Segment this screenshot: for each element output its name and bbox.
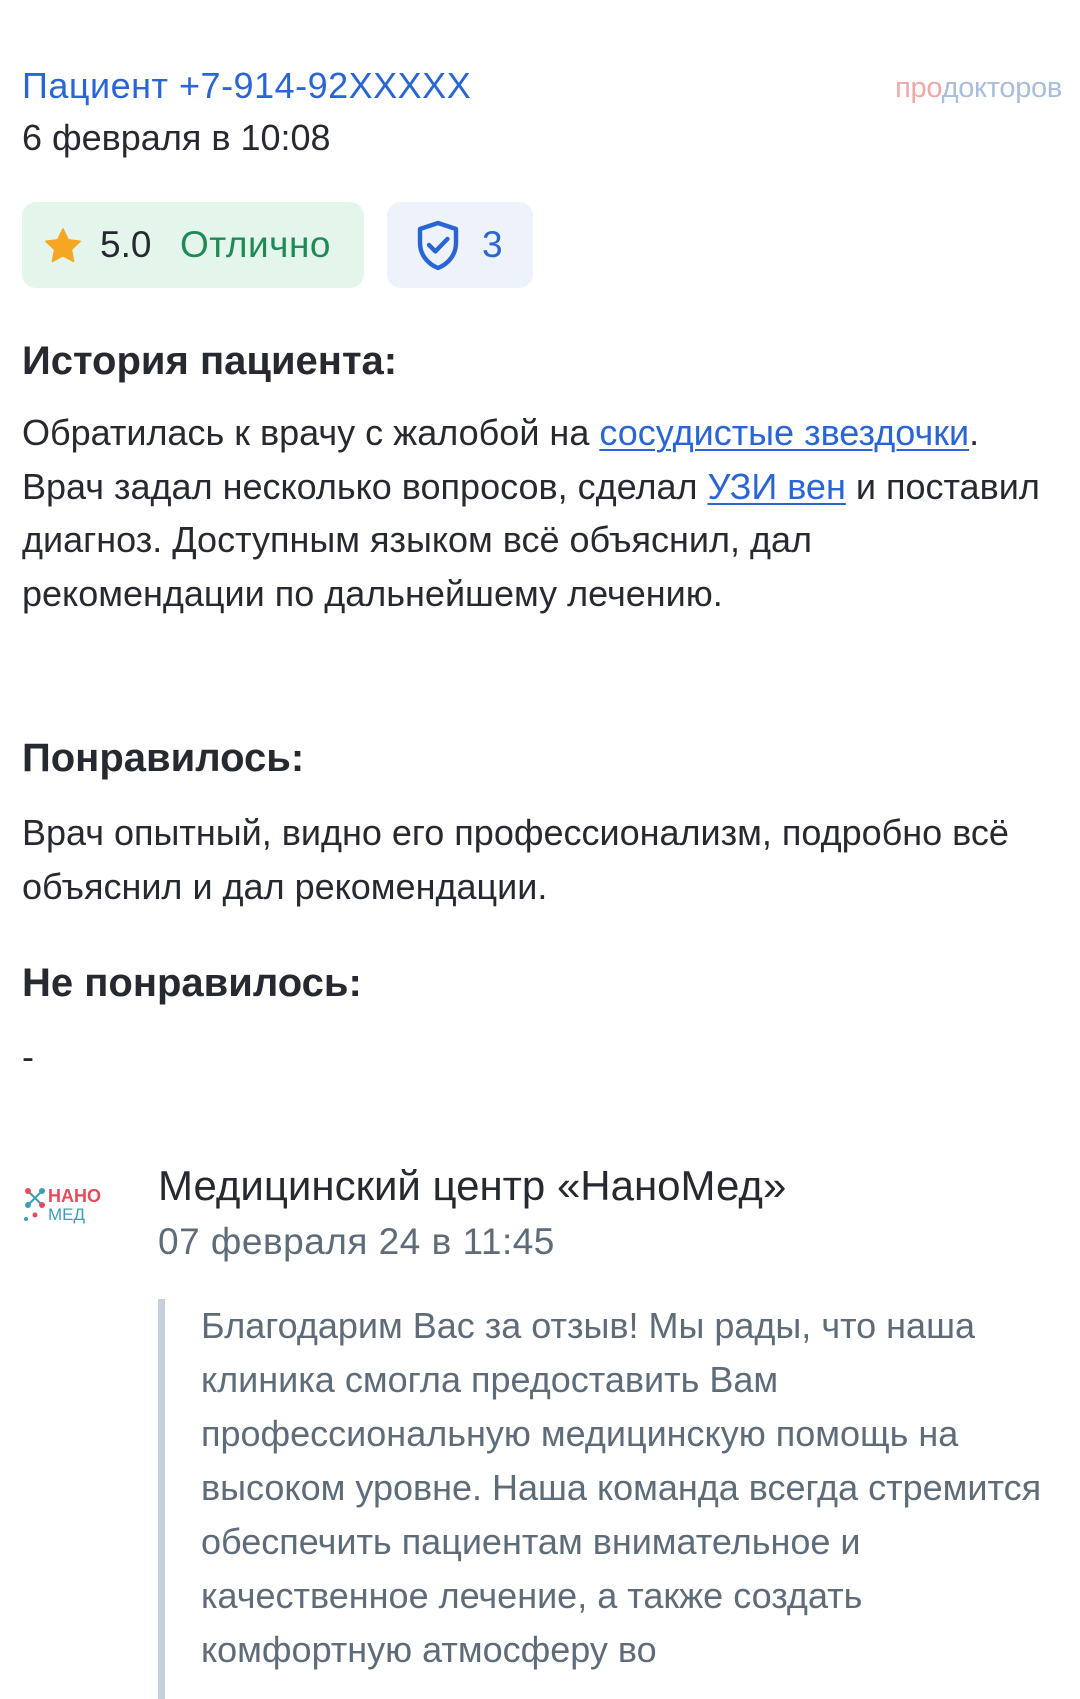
rating-verdict: Отлично bbox=[180, 224, 331, 265]
liked-text: Врач опытный, видно его профессионализм,… bbox=[22, 812, 1009, 907]
verification-badge[interactable]: 3 bbox=[387, 202, 533, 288]
liked-title: Понравилось: bbox=[22, 736, 305, 780]
prodoctorov-logo: продокторов bbox=[895, 70, 1062, 106]
reply-text: Благодарим Вас за отзыв! Мы рады, что на… bbox=[201, 1305, 1042, 1670]
link-spider-veins[interactable]: сосудистые звездочки bbox=[599, 412, 969, 453]
brand-part-pro: про bbox=[895, 72, 942, 104]
author-link[interactable]: Пациент +7-914-92XXXXX bbox=[22, 62, 471, 110]
review-date: 6 февраля в 10:08 bbox=[22, 117, 331, 158]
history-title: История пациента: bbox=[22, 339, 398, 383]
reply-date: 07 февраля 24 в 11:45 bbox=[158, 1221, 555, 1262]
clinic-name: Медицинский центр «НаноМед» bbox=[158, 1162, 787, 1209]
link-vein-ultrasound[interactable]: УЗИ вен bbox=[708, 466, 846, 507]
clinic-reply: НАНО МЕД Медицинский центр «НаноМед» 07 … bbox=[22, 1155, 1062, 1699]
history-text: Обратилась к врачу с жалобой на сосудист… bbox=[22, 406, 1062, 620]
verification-count: 3 bbox=[482, 224, 503, 265]
logo-text-top: НАНО bbox=[48, 1186, 101, 1206]
logo-text-bottom: МЕД bbox=[48, 1205, 86, 1224]
disliked-text: - bbox=[22, 1036, 34, 1077]
rating-score: 5.0 bbox=[100, 224, 152, 265]
review-card: Пациент +7-914-92XXXXX 6 февраля в 10:08… bbox=[0, 0, 1080, 1699]
shield-check-icon bbox=[417, 220, 459, 271]
rating-badge[interactable]: 5.0 Отлично bbox=[22, 202, 364, 288]
nanomed-logo-icon: НАНО МЕД bbox=[24, 1186, 101, 1224]
reply-quote: Благодарим Вас за отзыв! Мы рады, что на… bbox=[158, 1299, 1055, 1699]
history-text-part: Обратилась к врачу с жалобой на bbox=[22, 412, 600, 453]
review-header: Пациент +7-914-92XXXXX 6 февраля в 10:08… bbox=[22, 62, 1062, 172]
disliked-title: Не понравилось: bbox=[22, 961, 362, 1005]
star-icon bbox=[45, 228, 81, 263]
brand-part-doctors: докторов bbox=[941, 72, 1063, 104]
